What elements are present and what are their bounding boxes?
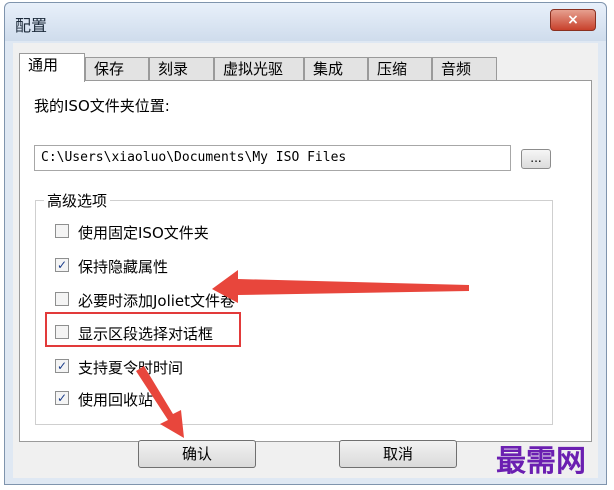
tab-general[interactable]: 通用 xyxy=(19,53,85,82)
arrow-to-ok-button xyxy=(136,366,184,438)
arrow-to-option xyxy=(212,270,469,303)
watermark: 最需网 xyxy=(496,444,586,479)
annotation-overlay xyxy=(136,270,469,438)
